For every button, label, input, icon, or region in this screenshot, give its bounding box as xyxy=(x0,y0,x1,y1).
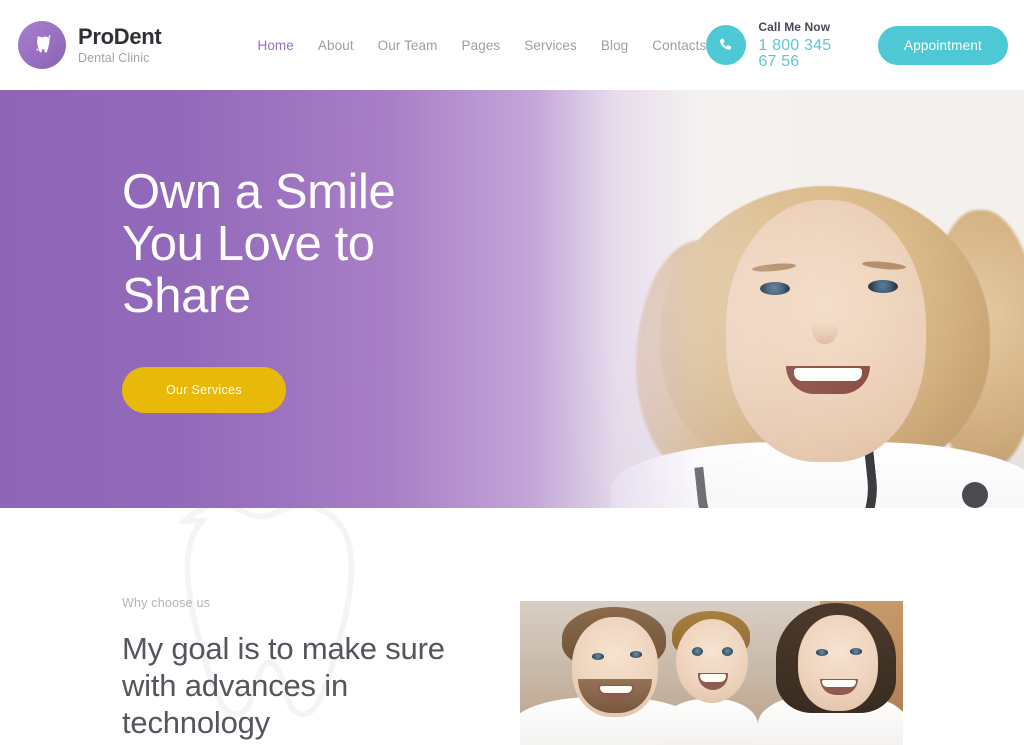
nav-item-our-team[interactable]: Our Team xyxy=(378,38,438,53)
why-eyebrow-label: Why choose us xyxy=(122,596,211,610)
why-choose-us-section: Why choose us My goal is to make sure wi… xyxy=(0,508,1024,745)
why-title: My goal is to make sure with advances in… xyxy=(122,630,502,742)
phone-icon xyxy=(706,25,747,65)
family-photo xyxy=(520,601,903,745)
tooth-sparkle-icon xyxy=(18,21,66,69)
why-title-line-2: with advances in xyxy=(122,668,348,704)
phone-number[interactable]: 1 800 345 67 56 xyxy=(758,37,842,70)
appointment-button[interactable]: Appointment xyxy=(878,25,1008,65)
site-header: ProDent Dental Clinic Home About Our Tea… xyxy=(0,0,1024,90)
call-label: Call Me Now xyxy=(758,19,831,34)
hero-banner: Own a Smile You Love to Share Our Servic… xyxy=(0,90,1024,508)
main-navigation: Home About Our Team Pages Services Blog … xyxy=(257,38,706,53)
header-actions: Call Me Now 1 800 345 67 56 Appointment xyxy=(706,21,1008,70)
nav-item-contacts[interactable]: Contacts xyxy=(652,38,706,53)
brand-tagline: Dental Clinic xyxy=(78,50,150,65)
brand-name: ProDent xyxy=(78,23,162,49)
call-me-now-block[interactable]: Call Me Now 1 800 345 67 56 xyxy=(706,21,842,70)
nav-item-services[interactable]: Services xyxy=(524,38,577,53)
hero-title-line-1: Own a Smile xyxy=(122,165,396,220)
hero-title-line-3: Share xyxy=(122,268,251,323)
hero-title: Own a Smile You Love to Share xyxy=(122,165,396,323)
nav-item-home[interactable]: Home xyxy=(257,38,293,53)
brand-logo[interactable]: ProDent Dental Clinic xyxy=(18,21,162,69)
nav-item-blog[interactable]: Blog xyxy=(601,38,628,53)
why-title-line-3: technology xyxy=(122,705,270,741)
hero-title-line-2: You Love to xyxy=(122,217,375,272)
nav-item-pages[interactable]: Pages xyxy=(462,38,501,53)
why-title-line-1: My goal is to make sure xyxy=(122,631,445,666)
nav-item-about[interactable]: About xyxy=(318,38,354,53)
our-services-button[interactable]: Our Services xyxy=(122,366,286,413)
